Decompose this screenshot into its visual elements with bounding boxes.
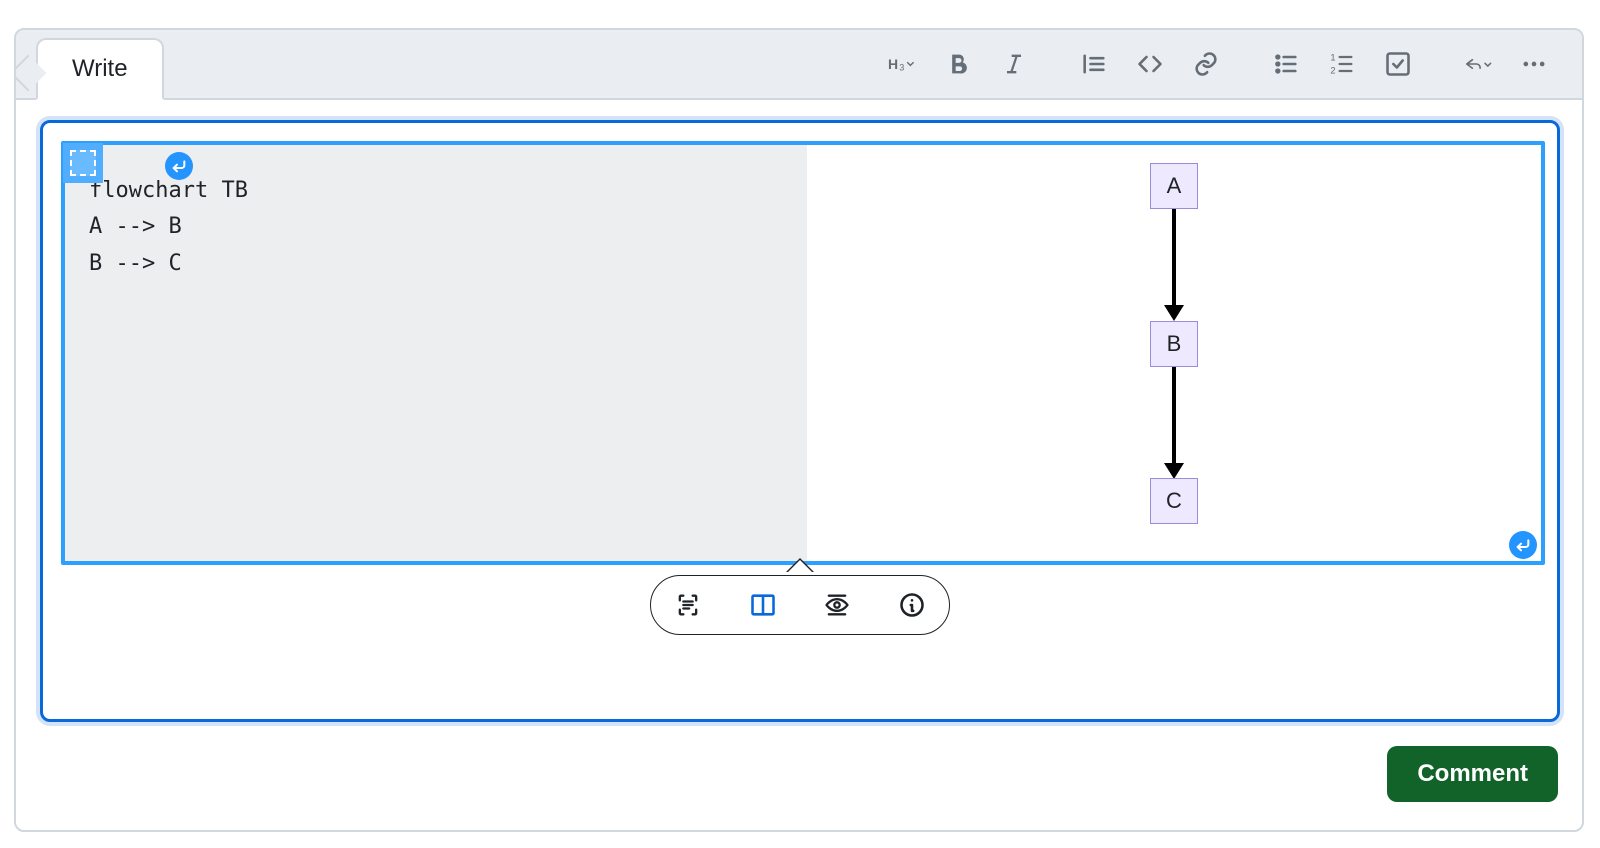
mermaid-view-switcher <box>650 575 950 635</box>
unordered-list-button[interactable] <box>1258 42 1314 86</box>
svg-text:2: 2 <box>1330 65 1335 75</box>
svg-text:3: 3 <box>899 62 904 72</box>
block-selection-handle[interactable] <box>63 143 103 183</box>
diagram-edge <box>1172 209 1176 305</box>
view-info-button[interactable] <box>882 583 942 627</box>
italic-button[interactable] <box>986 42 1042 86</box>
code-button[interactable] <box>1122 42 1178 86</box>
comment-button-label: Comment <box>1417 760 1528 788</box>
comment-composer: Write H 3 <box>14 28 1584 832</box>
mermaid-code-editor[interactable]: flowchart TB A --> B B --> C <box>65 145 807 561</box>
code-line-2: B --> C <box>89 251 182 276</box>
tab-write-label: Write <box>72 55 128 83</box>
arrowhead-icon <box>1164 463 1184 479</box>
tasklist-button[interactable] <box>1370 42 1426 86</box>
insert-before-handle[interactable] <box>165 152 193 180</box>
resize-grip-icon[interactable] <box>785 539 805 559</box>
comment-submit-button[interactable]: Comment <box>1387 746 1558 802</box>
tab-write[interactable]: Write <box>36 38 164 100</box>
kebab-menu[interactable] <box>1506 42 1562 86</box>
editor-focus-frame: flowchart TB A --> B B --> C A B C <box>40 120 1560 722</box>
diagram-node-a: A <box>1150 163 1198 209</box>
code-line-0: flowchart TB <box>89 178 248 203</box>
formatting-toolbar: H 3 <box>874 30 1562 98</box>
mermaid-preview: A B C <box>807 145 1541 561</box>
diagram-node-b: B <box>1150 321 1198 367</box>
composer-tabbar: Write H 3 <box>16 30 1582 100</box>
ordered-list-button[interactable]: 12 <box>1314 42 1370 86</box>
link-button[interactable] <box>1178 42 1234 86</box>
insert-after-handle[interactable] <box>1509 531 1537 559</box>
bold-button[interactable] <box>930 42 986 86</box>
arrowhead-icon <box>1164 305 1184 321</box>
reply-dropdown[interactable] <box>1450 42 1506 86</box>
view-raw-button[interactable] <box>658 583 718 627</box>
code-line-1: A --> B <box>89 214 182 239</box>
heading-dropdown[interactable]: H 3 <box>874 42 930 86</box>
view-split-button[interactable] <box>733 583 793 627</box>
diagram-node-c: C <box>1150 478 1198 524</box>
svg-text:H: H <box>888 56 898 72</box>
view-rendered-button[interactable] <box>807 583 867 627</box>
diagram-edge <box>1172 367 1176 463</box>
quote-button[interactable] <box>1066 42 1122 86</box>
mermaid-block[interactable]: flowchart TB A --> B B --> C A B C <box>61 141 1545 565</box>
svg-text:1: 1 <box>1330 53 1335 63</box>
